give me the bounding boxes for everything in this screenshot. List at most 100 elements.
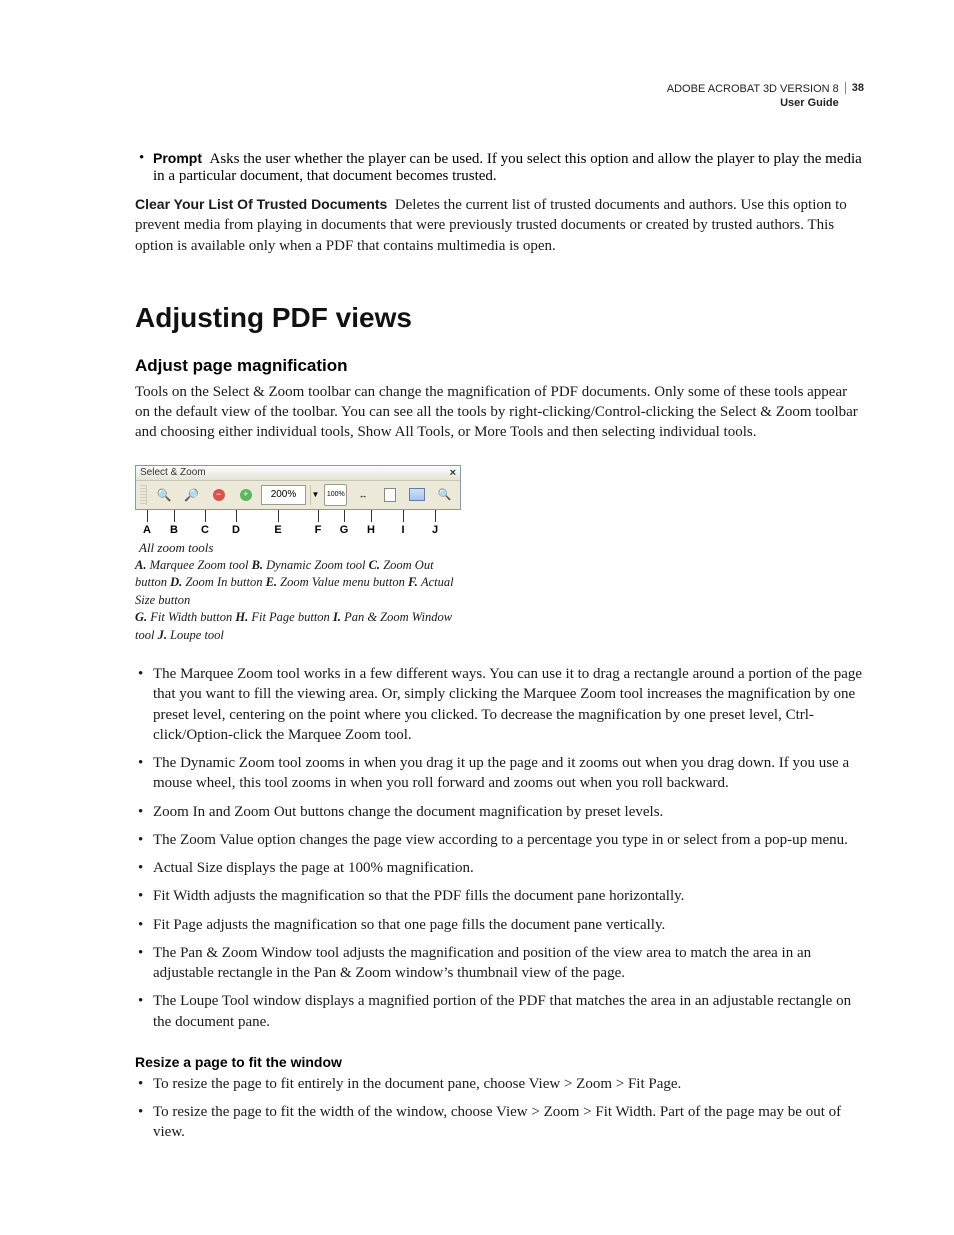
loupe-icon: 🔍 [438,488,452,501]
callout-tick [344,510,345,522]
marquee-zoom-button[interactable]: 🔍 [153,484,176,506]
list-item: Fit Width adjusts the magnification so t… [135,886,864,906]
fit-page-button[interactable] [379,484,402,506]
legend-key: D. [170,575,185,589]
legend-key: B. [252,558,267,572]
dynamic-zoom-button[interactable]: 🔎 [180,484,203,506]
legend-key: A. [135,558,150,572]
figure-caption: All zoom tools [139,540,461,556]
content: Prompt Asks the user whether the player … [135,150,864,1143]
clear-label: Clear Your List Of Trusted Documents [135,196,387,212]
legend-key: G. [135,610,150,624]
legend-text: Fit Width button [150,610,235,624]
loupe-button[interactable]: 🔍 [433,484,456,506]
list-item: Fit Page adjusts the magnification so th… [135,915,864,935]
page: ADOBE ACROBAT 3D VERSION 8 User Guide 38… [0,0,954,1235]
callout-letter: J [421,522,449,536]
fit-width-button[interactable]: ↔ [351,484,374,506]
legend-key: C. [369,558,384,572]
grip-handle[interactable] [140,485,147,505]
toolbar-window: Select & Zoom × 🔍 🔎 − + 200% ▼ 100% ↔ 🔍 [135,465,461,510]
figure-legend: A. Marquee Zoom tool B. Dynamic Zoom too… [135,557,461,645]
list-item: The Pan & Zoom Window tool adjusts the m… [135,943,864,984]
prompt-item: Prompt Asks the user whether the player … [135,150,864,185]
pan-zoom-icon [409,488,425,501]
marquee-zoom-icon: 🔍 [157,488,172,502]
callout: B [159,510,189,536]
legend-key: H. [235,610,251,624]
callout: C [189,510,221,536]
callout: D [221,510,251,536]
resize-list: To resize the page to fit entirely in th… [135,1074,864,1143]
fit-page-icon [384,488,396,502]
prompt-text: Asks the user whether the player can be … [153,151,862,184]
list-item: The Marquee Zoom tool works in a few dif… [135,664,864,745]
callout: E [251,510,305,536]
callout-letter: B [159,522,189,536]
list-item: The Loupe Tool window displays a magnifi… [135,991,864,1032]
callout: H [357,510,385,536]
callout: I [385,510,421,536]
callout-tick [278,510,279,522]
callout-tick [205,510,206,522]
subsection-title: Adjust page magnification [135,356,864,376]
callout-letter: I [385,522,421,536]
legend-key: I. [333,610,344,624]
legend-text: Dynamic Zoom tool [266,558,368,572]
callout: J [421,510,449,536]
legend-key: J. [158,628,171,642]
product-name: ADOBE ACROBAT 3D VERSION 8 [667,82,839,96]
resize-title: Resize a page to fit the window [135,1054,864,1070]
toolbar-title-text: Select & Zoom [140,467,206,478]
callout-tick [403,510,404,522]
callout-tick [147,510,148,522]
zoom-out-icon: − [213,489,225,501]
legend-text: Zoom Value menu button [280,575,408,589]
toolbar-row: 🔍 🔎 − + 200% ▼ 100% ↔ 🔍 [136,481,460,509]
page-header: ADOBE ACROBAT 3D VERSION 8 User Guide 38 [667,82,864,111]
callout-tick [371,510,372,522]
zoom-in-button[interactable]: + [234,484,257,506]
section-title: Adjusting PDF views [135,302,864,334]
zoom-out-button[interactable]: − [207,484,230,506]
list-item: Zoom In and Zoom Out buttons change the … [135,802,864,822]
page-number: 38 [845,82,864,94]
callout-letter: E [251,522,305,536]
callout-row: ABCDEFGHIJ [135,510,461,536]
callout-letter: D [221,522,251,536]
feature-list: The Marquee Zoom tool works in a few dif… [135,664,864,1032]
legend-key: F. [408,575,421,589]
callout: A [135,510,159,536]
zoom-in-icon: + [240,489,252,501]
list-item: The Dynamic Zoom tool zooms in when you … [135,753,864,794]
toolbar-titlebar: Select & Zoom × [136,466,460,481]
actual-size-button[interactable]: 100% [324,484,347,506]
legend-text: Fit Page button [251,610,333,624]
fit-width-icon: ↔ [358,490,367,500]
legend-key: E. [266,575,281,589]
subsection-intro: Tools on the Select & Zoom toolbar can c… [135,382,864,443]
list-item: To resize the page to fit entirely in th… [135,1074,864,1094]
zoom-value-dropdown[interactable]: ▼ [310,485,321,505]
list-item: To resize the page to fit the width of t… [135,1102,864,1143]
callout-letter: F [305,522,331,536]
callout-letter: A [135,522,159,536]
legend-text: Marquee Zoom tool [150,558,252,572]
callout-tick [236,510,237,522]
callout-tick [435,510,436,522]
list-item: Actual Size displays the page at 100% ma… [135,858,864,878]
close-icon[interactable]: × [448,467,458,479]
header-text: ADOBE ACROBAT 3D VERSION 8 User Guide [667,82,845,111]
legend-text: Zoom In button [185,575,265,589]
zoom-value-field[interactable]: 200% [261,485,305,505]
pan-zoom-window-button[interactable] [406,484,429,506]
callout-letter: C [189,522,221,536]
callout: G [331,510,357,536]
toolbar-figure: Select & Zoom × 🔍 🔎 − + 200% ▼ 100% ↔ 🔍 [135,465,461,645]
doc-type: User Guide [667,96,839,110]
callout: F [305,510,331,536]
callout-tick [174,510,175,522]
callout-letter: G [331,522,357,536]
list-item: The Zoom Value option changes the page v… [135,830,864,850]
clear-paragraph: Clear Your List Of Trusted Documents Del… [135,195,864,256]
